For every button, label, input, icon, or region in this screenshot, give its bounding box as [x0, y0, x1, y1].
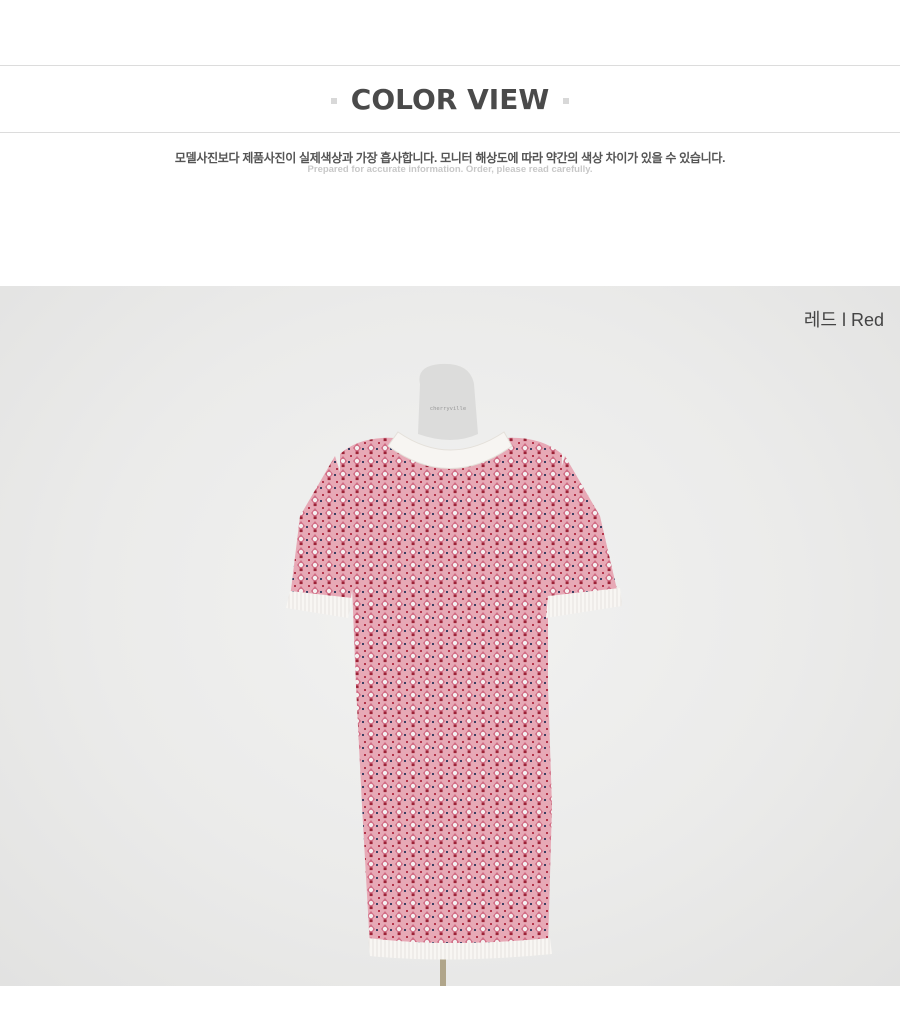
dress-body	[340, 437, 562, 952]
right-square-ornament	[563, 98, 570, 104]
section-title: COLOR VIEW	[350, 82, 550, 116]
section-header: COLOR VIEW	[0, 66, 900, 132]
bottom-divider	[0, 132, 900, 133]
dress-illustration: cherryville	[286, 363, 622, 986]
color-notice-english: Prepared for accurate information. Order…	[307, 164, 593, 175]
mannequin-neck	[418, 363, 478, 440]
left-square-ornament	[330, 98, 337, 104]
product-photo: cherryville 레드 l Red	[0, 286, 900, 986]
mannequin-tag: cherryville	[430, 406, 466, 412]
color-label: 레드 l Red	[803, 310, 884, 330]
